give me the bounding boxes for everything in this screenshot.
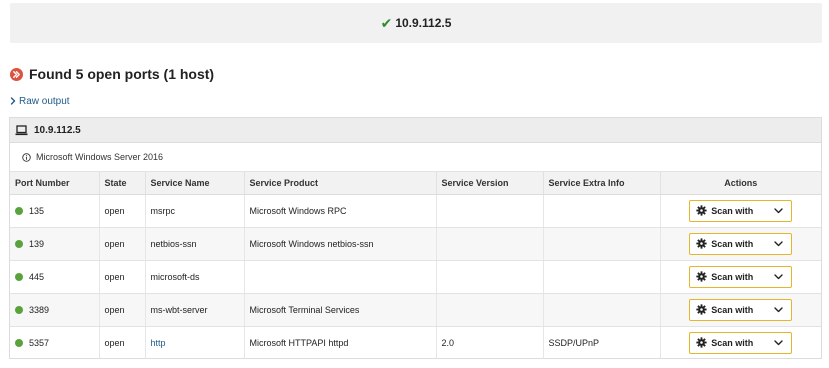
scan-with-button[interactable]: Scan with xyxy=(689,199,793,222)
scan-with-label: Scan with xyxy=(711,205,754,216)
chevron-down-icon xyxy=(774,273,783,280)
service-name-cell: netbios-ssn xyxy=(145,227,245,261)
status-dot-icon xyxy=(15,305,23,314)
chevron-down-icon xyxy=(774,306,783,313)
host-panel-header: 10.9.112.5 xyxy=(10,118,821,143)
host-banner: ✔ 10.9.112.5 xyxy=(10,3,822,43)
scan-with-label: Scan with xyxy=(711,238,754,249)
port-cell: 5357 xyxy=(10,326,100,359)
gear-icon xyxy=(696,304,707,315)
actions-cell: Scan with xyxy=(660,260,821,294)
port-number: 5357 xyxy=(29,337,50,348)
gear-icon xyxy=(696,337,707,348)
results-summary: Found 5 open ports (1 host) xyxy=(10,64,214,84)
scan-with-button[interactable]: Scan with xyxy=(689,265,793,288)
service-version-cell xyxy=(436,293,544,327)
raw-output-toggle[interactable]: Raw output xyxy=(10,94,70,108)
actions-cell: Scan with xyxy=(660,194,821,228)
column-header: Actions xyxy=(660,172,821,195)
table-row: 445 open microsoft-ds Scan with xyxy=(10,260,821,294)
results-title: Found 5 open ports (1 host) xyxy=(29,66,215,82)
service-version-cell xyxy=(436,260,544,294)
check-icon: ✔ xyxy=(380,15,393,31)
os-info: Microsoft Windows Server 2016 xyxy=(10,143,821,172)
scan-with-label: Scan with xyxy=(711,271,754,282)
extra-info-cell xyxy=(543,293,661,327)
extra-info-cell xyxy=(543,260,661,294)
port-cell: 3389 xyxy=(10,293,100,327)
service-version-cell xyxy=(436,227,544,261)
info-icon xyxy=(22,152,31,162)
actions-cell: Scan with xyxy=(660,227,821,261)
arrow-circle-icon xyxy=(10,67,23,81)
port-number: 139 xyxy=(29,238,45,249)
extra-info-cell: SSDP/UPnP xyxy=(543,326,661,359)
column-header: Service Version xyxy=(436,172,544,195)
scan-with-label: Scan with xyxy=(711,304,754,315)
gear-icon xyxy=(696,205,707,216)
table-row: 3389 open ms-wbt-server Microsoft Termin… xyxy=(10,293,821,327)
column-header: Service Extra Info xyxy=(543,172,661,195)
service-version-cell xyxy=(436,194,544,228)
host-ip: 10.9.112.5 xyxy=(395,16,452,30)
scan-with-button[interactable]: Scan with xyxy=(689,298,793,321)
chevron-down-icon xyxy=(774,340,783,346)
status-dot-icon xyxy=(15,272,23,281)
scan-with-label: Scan with xyxy=(711,337,754,348)
raw-output-label: Raw output xyxy=(19,95,70,107)
state-cell: open xyxy=(99,260,146,294)
service-product-cell xyxy=(244,260,437,294)
chevron-right-icon xyxy=(10,97,16,105)
status-dot-icon xyxy=(15,239,23,248)
table-row: 135 open msrpc Microsoft Windows RPC Sca… xyxy=(10,194,821,228)
column-header: Port Number xyxy=(10,172,100,195)
state-cell: open xyxy=(99,326,146,359)
service-product-cell: Microsoft Terminal Services xyxy=(244,293,437,327)
actions-cell: Scan with xyxy=(660,326,821,359)
host-panel: 10.9.112.5 Microsoft Windows Server 2016… xyxy=(9,117,822,359)
port-number: 445 xyxy=(29,271,45,282)
gear-icon xyxy=(696,271,707,282)
laptop-icon xyxy=(15,124,28,136)
state-cell: open xyxy=(99,227,146,261)
table-row: 5357 open http Microsoft HTTPAPI httpd 2… xyxy=(10,326,821,359)
service-name-cell: ms-wbt-server xyxy=(145,293,245,327)
service-version-cell: 2.0 xyxy=(436,326,544,359)
port-cell: 139 xyxy=(10,227,100,261)
state-cell: open xyxy=(99,293,146,327)
status-dot-icon xyxy=(15,338,23,347)
port-cell: 135 xyxy=(10,194,100,228)
table-row: 139 open netbios-ssn Microsoft Windows n… xyxy=(10,227,821,261)
chevron-down-icon xyxy=(774,207,783,214)
service-name-cell: microsoft-ds xyxy=(145,260,245,294)
scan-with-button[interactable]: Scan with xyxy=(689,232,793,255)
extra-info-cell xyxy=(543,194,661,228)
service-product-cell: Microsoft Windows netbios-ssn xyxy=(244,227,437,261)
extra-info-cell xyxy=(543,227,661,261)
scan-with-button[interactable]: Scan with xyxy=(689,331,793,354)
column-header: Service Name xyxy=(145,172,245,195)
service-name-link[interactable]: http xyxy=(151,338,166,348)
status-dot-icon xyxy=(15,206,23,215)
os-name: Microsoft Windows Server 2016 xyxy=(36,152,164,162)
column-header: State xyxy=(99,172,146,195)
service-name-cell: http xyxy=(145,326,245,359)
state-cell: open xyxy=(99,194,146,228)
port-number: 135 xyxy=(29,205,45,216)
port-cell: 445 xyxy=(10,260,100,294)
service-product-cell: Microsoft Windows RPC xyxy=(244,194,437,228)
ports-table: Port Number State Service Name Service P… xyxy=(10,172,821,359)
service-product-cell: Microsoft HTTPAPI httpd xyxy=(244,326,437,359)
actions-cell: Scan with xyxy=(660,293,821,327)
port-number: 3389 xyxy=(29,304,50,315)
table-header-row: Port Number State Service Name Service P… xyxy=(10,172,821,195)
host-panel-ip: 10.9.112.5 xyxy=(34,124,81,136)
gear-icon xyxy=(696,238,707,249)
chevron-down-icon xyxy=(774,240,783,247)
service-name-cell: msrpc xyxy=(145,194,245,228)
column-header: Service Product xyxy=(244,172,437,195)
